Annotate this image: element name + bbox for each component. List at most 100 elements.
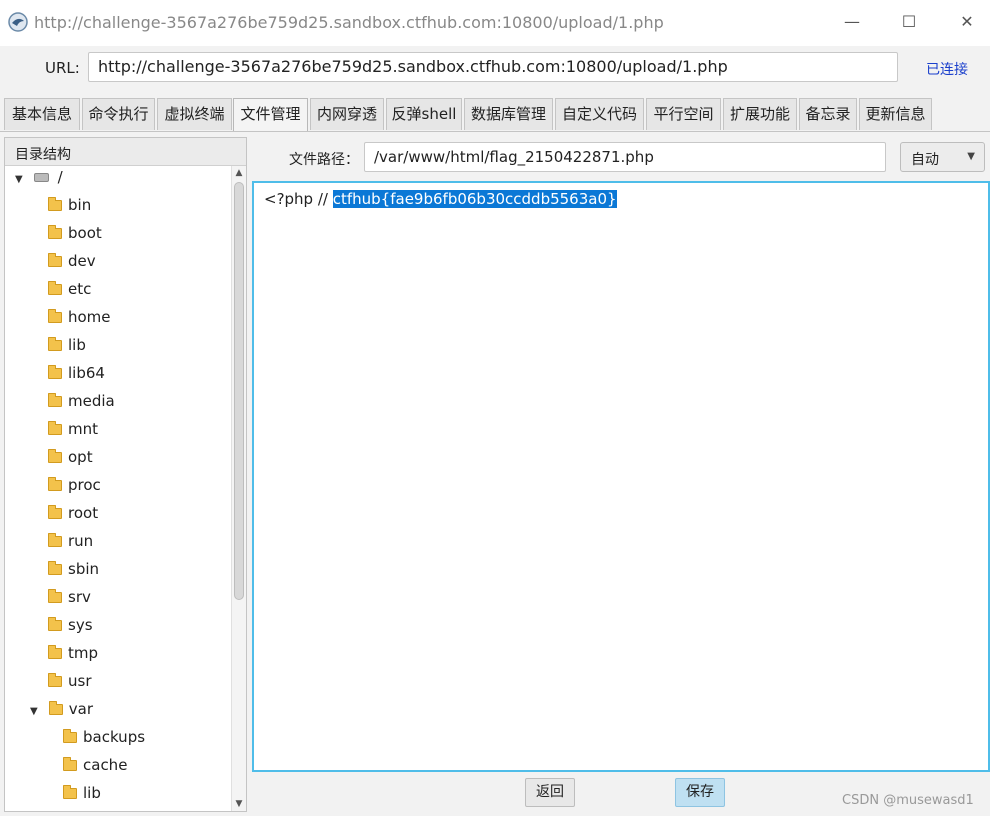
tree-item[interactable]: media xyxy=(48,392,115,420)
tree-item-label: sbin xyxy=(68,560,100,578)
folder-icon xyxy=(48,393,62,407)
tree-item[interactable]: lib xyxy=(48,336,86,364)
scroll-down-icon[interactable]: ▼ xyxy=(232,797,246,811)
folder-icon xyxy=(48,281,62,295)
tree-item-label: tmp xyxy=(68,644,99,662)
tree-item-label: lib64 xyxy=(68,364,105,382)
tree-item[interactable]: cache xyxy=(63,756,127,784)
app-logo-icon xyxy=(8,12,28,32)
tab-custom-code[interactable]: 自定义代码 xyxy=(555,98,644,130)
tree-item[interactable]: proc xyxy=(48,476,101,504)
tab-database[interactable]: 数据库管理 xyxy=(464,98,553,130)
tree-item-label: sys xyxy=(68,616,93,634)
folder-icon xyxy=(63,757,77,771)
url-bar: URL: http://challenge-3567a276be759d25.s… xyxy=(0,46,990,94)
folder-icon xyxy=(48,449,62,463)
tab-parallel-space[interactable]: 平行空间 xyxy=(646,98,721,130)
folder-icon xyxy=(48,673,62,687)
folder-icon xyxy=(48,589,62,603)
tree-item[interactable]: tmp xyxy=(48,644,98,672)
folder-icon xyxy=(48,617,62,631)
file-path-input[interactable]: /var/www/html/flag_2150422871.php xyxy=(364,142,886,172)
folder-icon xyxy=(48,197,62,211)
scroll-thumb[interactable] xyxy=(234,182,244,600)
tree-item[interactable]: bin xyxy=(48,196,91,224)
tree-item[interactable]: home xyxy=(48,308,111,336)
tree-item[interactable]: usr xyxy=(48,672,92,700)
title-bar: http://challenge-3567a276be759d25.sandbo… xyxy=(0,0,990,46)
tree-item-label: etc xyxy=(68,280,92,298)
folder-icon xyxy=(48,225,62,239)
folder-icon xyxy=(48,365,62,379)
minimize-icon[interactable]: — xyxy=(842,12,862,32)
folder-icon xyxy=(48,561,62,575)
tab-memo[interactable]: 备忘录 xyxy=(799,98,857,130)
tab-virtual-terminal[interactable]: 虚拟终端 xyxy=(157,98,232,130)
tree-item[interactable]: mnt xyxy=(48,420,98,448)
tree-item[interactable]: dev xyxy=(48,252,96,280)
tree-item[interactable]: etc xyxy=(48,280,91,308)
tab-intranet-tunnel[interactable]: 内网穿透 xyxy=(310,98,384,130)
tree-item-label: boot xyxy=(68,224,102,242)
tree-item-label: lib xyxy=(83,784,101,802)
window-title: http://challenge-3567a276be759d25.sandbo… xyxy=(34,13,664,32)
tree-item[interactable]: sys xyxy=(48,616,93,644)
maximize-icon[interactable]: ☐ xyxy=(899,12,919,32)
folder-icon xyxy=(48,701,63,715)
tree-item[interactable]: boot xyxy=(48,224,102,252)
tree-root[interactable]: ▼ / xyxy=(15,168,63,196)
directory-tree-panel: 目录结构 ▼ / bin boot dev etc home lib lib64… xyxy=(4,137,247,812)
tree-item-label: / xyxy=(57,168,63,186)
tree-item-label: var xyxy=(68,700,94,718)
scroll-up-icon[interactable]: ▲ xyxy=(232,166,246,180)
tree-item[interactable]: lib64 xyxy=(48,364,105,392)
tab-command-exec[interactable]: 命令执行 xyxy=(82,98,155,130)
tree-item-label: root xyxy=(68,504,99,522)
expand-arrow-icon[interactable]: ▼ xyxy=(15,174,29,185)
close-icon[interactable]: ✕ xyxy=(957,12,977,32)
tree-item-label: srv xyxy=(68,588,91,606)
tab-reverse-shell[interactable]: 反弹shell xyxy=(386,98,462,130)
tab-file-manager[interactable]: 文件管理 xyxy=(233,98,308,132)
url-label: URL: xyxy=(45,59,80,77)
encoding-value: 自动 xyxy=(911,152,939,168)
tree-item-label: proc xyxy=(68,476,101,494)
file-editor[interactable]: <?php // ctfhub{fae9b6fb06b30ccddb5563a0… xyxy=(252,181,990,772)
tree-item-label: opt xyxy=(68,448,93,466)
tab-extensions[interactable]: 扩展功能 xyxy=(723,98,797,130)
folder-icon xyxy=(48,505,62,519)
tree-item-var[interactable]: ▼ var xyxy=(30,700,93,728)
tab-divider xyxy=(0,131,990,132)
folder-icon xyxy=(63,729,77,743)
tree-item-label: home xyxy=(68,308,111,326)
save-button[interactable]: 保存 xyxy=(675,778,725,807)
tab-basic-info[interactable]: 基本信息 xyxy=(4,98,80,130)
tree-item[interactable]: run xyxy=(48,532,93,560)
tree-item-label: dev xyxy=(68,252,96,270)
watermark: CSDN @musewasd1 xyxy=(842,793,974,808)
folder-icon xyxy=(48,337,62,351)
expand-arrow-icon[interactable]: ▼ xyxy=(30,706,44,717)
code-text: <?php // xyxy=(264,190,333,208)
folder-icon xyxy=(48,645,62,659)
tree-item[interactable]: backups xyxy=(63,728,145,756)
folder-icon xyxy=(48,421,62,435)
tree-scrollbar[interactable]: ▲ ▼ xyxy=(231,166,246,811)
tree-item[interactable]: srv xyxy=(48,588,91,616)
directory-tree[interactable]: ▼ / bin boot dev etc home lib lib64 medi… xyxy=(5,166,231,811)
folder-icon xyxy=(63,785,77,799)
folder-icon xyxy=(48,253,62,267)
tree-item[interactable]: sbin xyxy=(48,560,99,588)
folder-icon xyxy=(48,309,62,323)
tree-item[interactable]: opt xyxy=(48,448,93,476)
folder-icon xyxy=(48,533,62,547)
tree-item[interactable]: lib xyxy=(63,784,101,811)
selected-flag-text: ctfhub{fae9b6fb06b30ccddb5563a0} xyxy=(332,190,617,208)
url-input[interactable]: http://challenge-3567a276be759d25.sandbo… xyxy=(88,52,898,82)
code-line[interactable]: <?php // ctfhub{fae9b6fb06b30ccddb5563a0… xyxy=(264,190,617,208)
directory-tree-header: 目录结构 xyxy=(5,138,246,166)
tab-updates[interactable]: 更新信息 xyxy=(859,98,932,130)
back-button[interactable]: 返回 xyxy=(525,778,575,807)
tree-item[interactable]: root xyxy=(48,504,98,532)
encoding-select[interactable]: 自动 ▼ xyxy=(900,142,985,172)
